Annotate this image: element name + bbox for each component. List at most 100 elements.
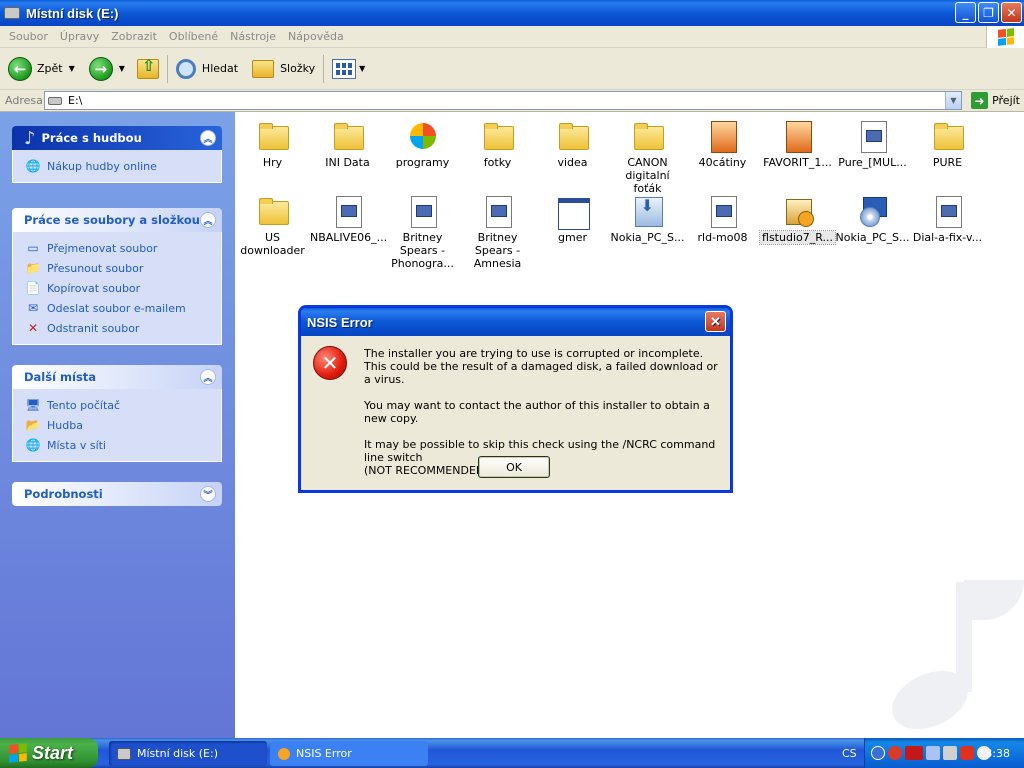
buy-music-online-link[interactable]: 🌐 Nákup hudby online (25, 156, 211, 176)
dialog-title-bar[interactable]: NSIS Error ✕ (301, 308, 730, 336)
file-item[interactable]: programy (385, 120, 460, 169)
menu-tools[interactable]: Nástroje (230, 30, 276, 43)
executable-icon (932, 195, 964, 228)
dialog-close-button[interactable]: ✕ (705, 311, 726, 332)
forward-arrow-icon: → (88, 56, 113, 81)
menu-edit[interactable]: Úpravy (60, 30, 99, 43)
folders-button[interactable]: Složky (252, 59, 315, 78)
file-item[interactable]: PURE (910, 120, 985, 169)
link-label: Odstranit soubor (47, 321, 140, 335)
file-item[interactable]: fotky (460, 120, 535, 169)
views-button[interactable]: ▼ (332, 58, 366, 79)
collapse-icon[interactable]: ︽ (200, 130, 216, 146)
file-item[interactable]: Pure_[MUL... (835, 120, 910, 169)
address-input[interactable]: E:\ ▼ (44, 91, 962, 110)
search-button[interactable]: Hledat (175, 58, 238, 79)
copy-icon: 📄 (25, 281, 41, 295)
menu-help[interactable]: Nápověda (288, 30, 344, 43)
link-label: Nákup hudby online (47, 159, 157, 173)
setup-icon (782, 195, 814, 227)
file-item[interactable]: rld-mo08 (685, 195, 760, 244)
file-item[interactable]: CANON digitalní foťák (610, 120, 685, 195)
link-label: Kopírovat soubor (47, 281, 141, 295)
file-item[interactable]: 40cátiny (685, 120, 760, 169)
file-item[interactable]: FAVORIT_1... (760, 120, 835, 169)
security-icon[interactable] (888, 746, 902, 760)
search-icon (175, 58, 196, 79)
file-item[interactable]: NBALIVE06_... (310, 195, 387, 244)
back-dropdown-icon[interactable]: ▼ (69, 64, 75, 73)
back-button[interactable]: ← Zpět ▼ (8, 56, 75, 81)
file-tasks-header[interactable]: Práce se soubory a složkou ︽ (12, 208, 222, 232)
ok-button[interactable]: OK (478, 456, 550, 478)
menu-file[interactable]: Soubor (9, 30, 48, 43)
file-label: fotky (483, 156, 512, 169)
rename-icon: ▭ (27, 241, 39, 255)
file-label: rld-mo08 (697, 231, 748, 244)
close-button[interactable]: ✕ (1001, 2, 1022, 23)
email-file-link[interactable]: ✉ Odeslat soubor e-mailem (25, 298, 211, 318)
collapse-icon[interactable]: ︽ (200, 369, 216, 385)
rename-file-link[interactable]: ▭ Přejmenovat soubor (25, 238, 211, 258)
taskbar-item-nsis-error[interactable]: NSIS Error (270, 741, 428, 766)
collapse-icon[interactable]: ︽ (200, 212, 216, 228)
move-file-link[interactable]: 📁 Přesunout soubor (25, 258, 211, 278)
details-header[interactable]: Podrobnosti ︾ (12, 482, 222, 506)
music-link[interactable]: 📂 Hudba (25, 415, 211, 435)
file-item[interactable]: Britney Spears - Phonogra... (385, 195, 460, 270)
show-hidden-icons-icon[interactable] (871, 746, 885, 760)
minimize-button[interactable]: _ (955, 2, 976, 23)
my-computer-link[interactable]: 🖥 Tento počítač (25, 395, 211, 415)
views-dropdown-icon: ▼ (359, 64, 366, 73)
monitor-icon[interactable] (943, 746, 957, 760)
address-dropdown-icon[interactable]: ▼ (945, 92, 961, 109)
start-button[interactable]: Start (0, 738, 98, 768)
other-places-header[interactable]: Další místa ︽ (12, 365, 222, 389)
file-item[interactable]: INI Data (310, 120, 385, 169)
music-folder-icon: 📂 (25, 418, 41, 432)
network-places-link[interactable]: 🌐 Místa v síti (25, 435, 211, 455)
file-label: flstudio7_R... (759, 230, 836, 245)
expand-icon[interactable]: ︾ (200, 486, 216, 502)
installer-icon (632, 195, 664, 227)
file-item[interactable]: Britney Spears - Amnesia (460, 195, 535, 270)
menu-view[interactable]: Zobrazit (111, 30, 157, 43)
file-item[interactable]: Hry (235, 120, 310, 169)
go-button[interactable]: ➜ Přejít (971, 92, 1020, 109)
clock[interactable]: 18:38 (978, 747, 1010, 760)
computer-icon: 🖥 (25, 398, 41, 412)
error-icon: ✕ (313, 346, 347, 380)
file-item[interactable]: US downloader (235, 195, 310, 257)
up-folder-button[interactable] (136, 56, 159, 79)
file-item[interactable]: gmer (535, 195, 610, 244)
language-indicator[interactable]: CS (842, 747, 857, 760)
message-line: You may want to contact the author of th… (364, 399, 710, 425)
other-places-body: 🖥 Tento počítač 📂 Hudba 🌐 Místa v síti (12, 389, 222, 462)
toolbar-separator (166, 54, 168, 83)
forward-dropdown-icon[interactable]: ▼ (119, 64, 125, 73)
taskbar-item-explorer[interactable]: Místní disk (E:) (109, 741, 267, 766)
delete-file-link[interactable]: ✕ Odstranit soubor (25, 318, 211, 338)
go-label: Přejít (992, 94, 1020, 107)
taskbar: Start Místní disk (E:) NSIS Error CS 18:… (0, 738, 1024, 768)
window-title-bar[interactable]: Místní disk (E:) _ ❐ ✕ (0, 0, 1024, 26)
file-item[interactable]: Nokia_PC_S... (835, 195, 910, 244)
ati-icon[interactable] (905, 746, 923, 760)
media-file-icon (782, 120, 814, 153)
file-label: Dial-a-fix-v... (912, 231, 983, 244)
file-item[interactable]: flstudio7_R... (759, 195, 836, 245)
music-tasks-title: Práce s hudbou (41, 131, 142, 145)
forward-button[interactable]: → ▼ (88, 56, 125, 81)
music-tasks-header[interactable]: ♪ Práce s hudbou ︽ (12, 126, 222, 150)
file-item[interactable]: videa (535, 120, 610, 169)
file-item[interactable]: Nokia_PC_S... (610, 195, 685, 244)
restore-button[interactable]: ❐ (978, 2, 999, 23)
menu-favorites[interactable]: Oblíbené (169, 30, 218, 43)
globe-icon: 🌐 (25, 159, 41, 173)
folders-icon (252, 59, 275, 78)
copy-file-link[interactable]: 📄 Kopírovat soubor (25, 278, 211, 298)
file-item[interactable]: Dial-a-fix-v... (910, 195, 985, 244)
antivirus-icon[interactable] (960, 746, 974, 760)
folder-up-icon (136, 56, 159, 79)
network-icon[interactable] (926, 746, 940, 760)
